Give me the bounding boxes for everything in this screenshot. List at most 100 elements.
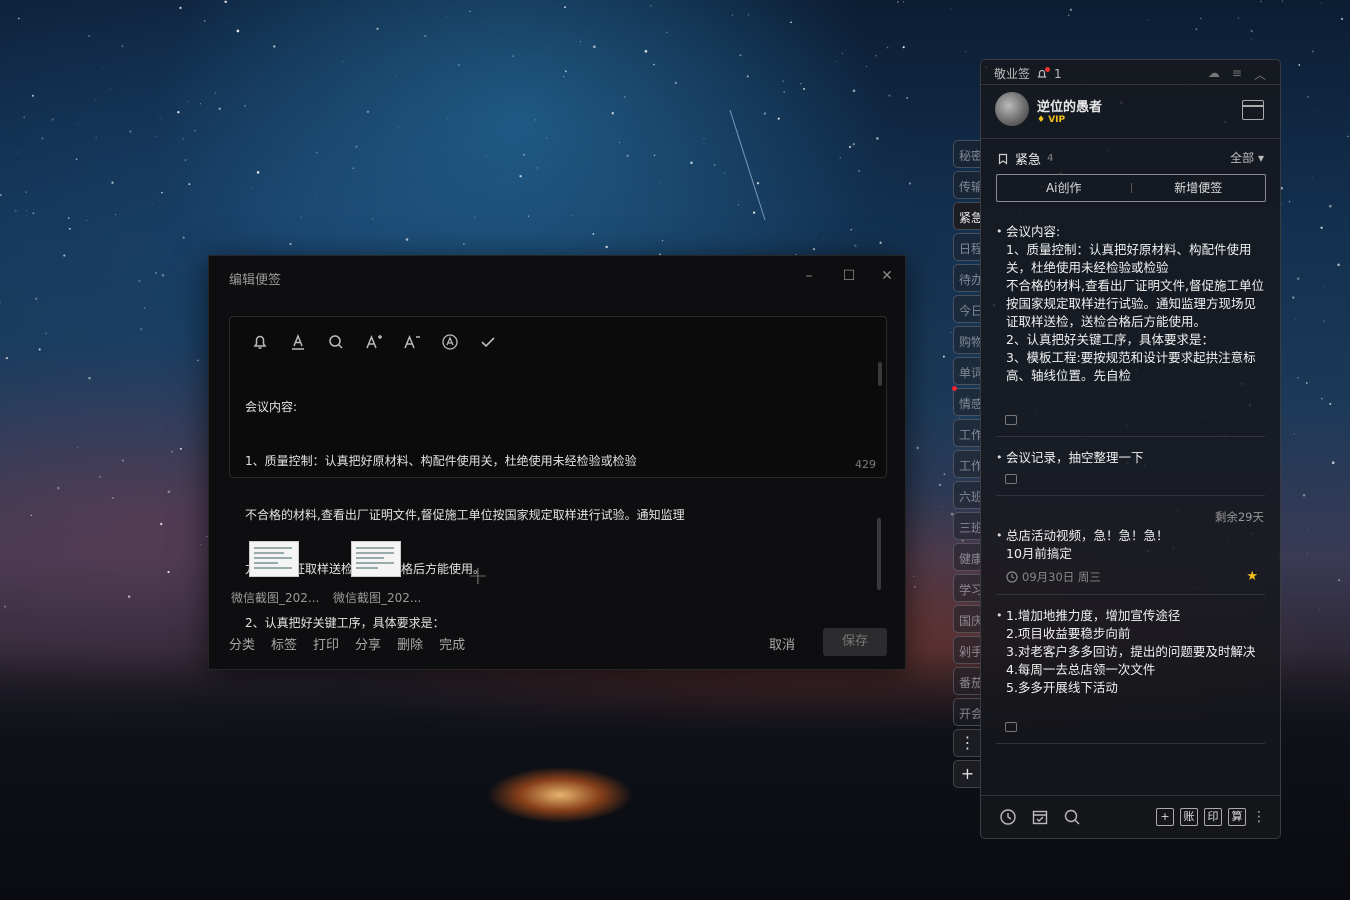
divider — [996, 594, 1265, 595]
star-icon[interactable]: ★ — [1246, 569, 1258, 584]
search-icon[interactable] — [1063, 808, 1081, 826]
category-tab[interactable]: 健康 — [953, 543, 981, 571]
note-item[interactable]: • 会议记录，抽空整理一下 — [996, 449, 1266, 467]
reminder-date: 09月30日 周三 — [1006, 569, 1101, 585]
category-tab[interactable]: 日程 — [953, 233, 981, 261]
delete-button[interactable]: 删除 — [397, 634, 423, 653]
increase-font-icon[interactable] — [362, 331, 386, 353]
editor-action-bar: 分类 标签 打印 分享 删除 完成 — [229, 634, 465, 653]
content-line: 不合格的材料,查看出厂证明文件,督促施工单位按国家规定取样进行试验。通知监理 — [245, 508, 685, 522]
maximize-icon[interactable]: ☐ — [839, 266, 859, 286]
tag-button[interactable]: 标签 — [271, 634, 297, 653]
minimize-icon[interactable]: – — [799, 266, 819, 286]
cancel-button[interactable]: 取消 — [769, 634, 795, 653]
edit-note-window: 编辑便签 – ☐ ✕ 会议内容: 1、质量控制：认真把好原材料、构配件使用关，杜… — [208, 255, 906, 670]
vip-badge: ♦ VIP — [1037, 115, 1066, 125]
ai-create-button[interactable]: Ai创作 — [997, 175, 1131, 201]
filter-dropdown[interactable]: 全部 ▾ — [1230, 149, 1264, 166]
more-options-icon[interactable]: ⋮ — [1252, 808, 1266, 826]
print-button[interactable]: 打印 — [313, 634, 339, 653]
category-tab[interactable]: 情感 — [953, 388, 981, 416]
bullet: • — [996, 225, 1003, 238]
category-tab[interactable]: 学习 — [953, 574, 981, 602]
category-tab[interactable]: 购物 — [953, 326, 981, 354]
note-editor[interactable]: 会议内容: 1、质量控制：认真把好原材料、构配件使用关，杜绝使用未经检验或检验 … — [229, 316, 887, 630]
close-icon[interactable]: ✕ — [877, 266, 897, 286]
collapse-icon[interactable]: ︿ — [1254, 66, 1266, 83]
clock-icon — [1006, 571, 1018, 583]
content-scrollbar[interactable] — [878, 362, 882, 386]
checkmark-icon[interactable] — [476, 331, 500, 353]
category-name: 紧急 — [1015, 153, 1042, 168]
bookmark-icon — [998, 153, 1008, 165]
attachment-item[interactable]: 微信截图_202... — [231, 541, 320, 606]
category-tab[interactable]: 单词 — [953, 357, 981, 385]
add-category-button[interactable]: + — [953, 760, 981, 788]
username[interactable]: 逆位的愚者 — [1037, 96, 1102, 115]
note-text: 会议记录，抽空整理一下 — [1006, 450, 1144, 465]
ledger-button[interactable]: 账 — [1180, 808, 1198, 826]
note-item[interactable]: • 会议内容: 1、质量控制：认真把好原材料、构配件使用关，杜绝使用未经检验或检… — [996, 223, 1266, 401]
clock-icon[interactable] — [999, 808, 1017, 826]
note-item[interactable]: • 1.增加地推力度，增加宣传途径 2.项目收益要稳步向前 3.对老客户多多回访… — [996, 607, 1266, 697]
note-item[interactable]: • 总店活动视频，急！急！急！ 10月前搞定 — [996, 527, 1266, 563]
calendar-icon[interactable] — [1242, 100, 1264, 120]
category-tab[interactable]: 秘密 — [953, 140, 981, 168]
footer-tools: + 账 印 算 ⋮ — [1156, 808, 1266, 826]
category-tab[interactable]: 三班 — [953, 512, 981, 540]
note-text: 会议内容: 1、质量控制：认真把好原材料、构配件使用关，杜绝使用未经检验或检验 … — [1006, 224, 1264, 383]
menu-icon[interactable]: ≡ — [1232, 66, 1242, 83]
attachment-scrollbar[interactable] — [877, 518, 881, 590]
search-icon[interactable] — [324, 331, 348, 353]
attachment-item[interactable]: 微信截图_202... — [333, 541, 422, 606]
share-button[interactable]: 分享 — [355, 634, 381, 653]
note-content[interactable]: 会议内容: 1、质量控制：认真把好原材料、构配件使用关，杜绝使用未经检验或检验 … — [245, 362, 865, 668]
add-attachment-icon[interactable]: + — [467, 561, 489, 591]
category-tab[interactable]: 待办 — [953, 264, 981, 292]
attachment-name: 微信截图_202... — [333, 591, 422, 605]
new-note-button[interactable]: 新增便签 — [1132, 175, 1266, 201]
reminder-bell-icon[interactable] — [248, 331, 272, 353]
text-color-icon[interactable] — [286, 331, 310, 353]
vip-label: VIP — [1048, 115, 1066, 125]
category-tab[interactable]: 工作 — [953, 419, 981, 447]
divider — [996, 436, 1265, 437]
category-tab[interactable]: 工作 — [953, 450, 981, 478]
panel-header: 敬业签 1 — [994, 65, 1062, 82]
category-tab[interactable]: 国庆 — [953, 605, 981, 633]
attachment-list: 微信截图_202... 微信截图_202... — [231, 541, 422, 606]
decrease-font-icon[interactable] — [400, 331, 424, 353]
chevron-down-icon: ▾ — [1257, 151, 1264, 165]
more-tabs-button[interactable]: ⋮ — [953, 729, 981, 757]
category-header: 紧急 4 — [997, 149, 1053, 168]
note-text: 总店活动视频，急！急！急！ 10月前搞定 — [1006, 528, 1169, 561]
date-text: 09月30日 周三 — [1022, 570, 1101, 584]
divider — [996, 495, 1265, 496]
category-tab[interactable]: 今日 — [953, 295, 981, 323]
clear-format-icon[interactable] — [438, 331, 462, 353]
window-title: 编辑便签 — [229, 273, 282, 288]
unread-dot — [952, 386, 957, 391]
category-tab[interactable]: 番茄 — [953, 667, 981, 695]
category-tab[interactable]: 开会 — [953, 698, 981, 726]
calculator-button[interactable]: 算 — [1228, 808, 1246, 826]
action-buttons: Ai创作 新增便签 — [996, 174, 1266, 202]
content-line: 1、质量控制：认真把好原材料、构配件使用关，杜绝使用未经检验或检验 — [245, 454, 637, 468]
bullet: • — [996, 451, 1003, 464]
complete-button[interactable]: 完成 — [439, 634, 465, 653]
category-tab[interactable]: 传输 — [953, 171, 981, 199]
category-tab[interactable]: 紧急 — [953, 202, 981, 230]
calendar-check-icon[interactable] — [1031, 808, 1049, 826]
category-button[interactable]: 分类 — [229, 634, 255, 653]
notification-count: 1 — [1054, 66, 1062, 81]
category-tab[interactable]: 剁手 — [953, 636, 981, 664]
notification-bell-icon[interactable] — [1036, 66, 1051, 80]
save-button[interactable]: 保存 — [823, 628, 887, 656]
avatar[interactable] — [995, 92, 1029, 126]
category-tab[interactable]: 六班 — [953, 481, 981, 509]
add-icon[interactable]: + — [1156, 808, 1174, 826]
cloud-sync-icon[interactable]: ☁ — [1208, 66, 1220, 83]
divider — [981, 795, 1280, 796]
attachment-name: 微信截图_202... — [231, 591, 320, 605]
print-button[interactable]: 印 — [1204, 808, 1222, 826]
